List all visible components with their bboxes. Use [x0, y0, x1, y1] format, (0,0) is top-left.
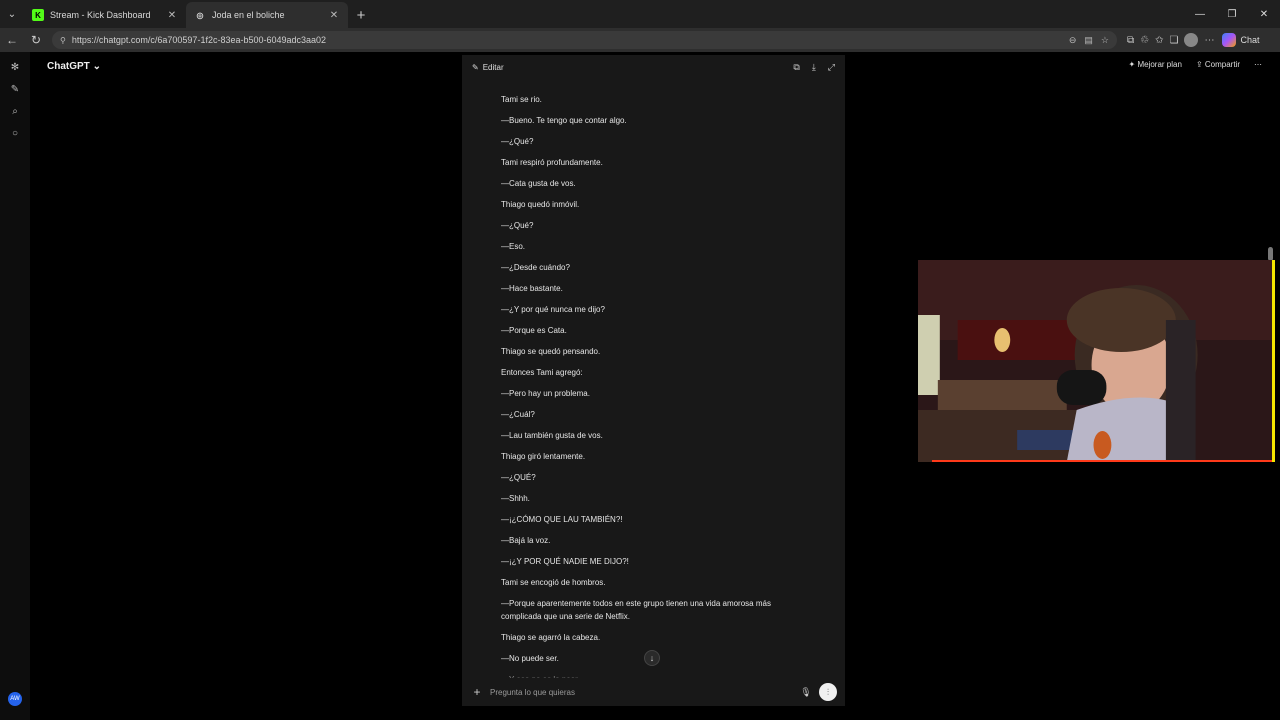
- download-icon[interactable]: ⤓: [812, 62, 816, 73]
- pencil-icon: ✎: [472, 62, 479, 72]
- minimize-button[interactable]: —: [1184, 0, 1216, 28]
- expand-icon[interactable]: ⤢: [828, 62, 835, 73]
- window-controls: — ❐ ✕: [1184, 0, 1280, 28]
- close-window-button[interactable]: ✕: [1248, 0, 1280, 28]
- story-paragraph: —¿Qué?: [501, 221, 534, 230]
- story-paragraph: —¡¿CÓMO QUE LAU TAMBIÉN?!: [501, 515, 623, 524]
- tab-joda-en-el-boliche[interactable]: ◎ Joda en el boliche ✕: [186, 2, 348, 28]
- copilot-button[interactable]: Chat: [1222, 33, 1259, 47]
- url-text: https://chatgpt.com/c/6a700597-1f2c-83ea…: [71, 35, 327, 45]
- prompt-input[interactable]: [490, 687, 799, 697]
- address-bar[interactable]: ⚲ https://chatgpt.com/c/6a700597-1f2c-83…: [52, 31, 1117, 49]
- story-paragraph: —Lau también gusta de vos.: [501, 431, 603, 440]
- story-paragraph: Tami se encogió de hombros.: [501, 578, 606, 587]
- story-paragraph: Tami se rio.: [501, 95, 542, 104]
- extensions-icon[interactable]: ⧉: [1127, 35, 1134, 46]
- browser-toolbar: ← ↻ ⚲ https://chatgpt.com/c/6a700597-1f2…: [0, 28, 1280, 52]
- canvas-panel: ✎ Editar ⧉ ⤓ ⤢ Tami se rio. —Bueno. Te te…: [462, 55, 845, 706]
- share-label: Compartir: [1204, 60, 1240, 69]
- copilot-label: Chat: [1240, 35, 1260, 45]
- story-paragraph: Tami respiró profundamente.: [501, 158, 603, 167]
- story-paragraph: —¡¿Y POR QUÉ NADIE ME DIJO?!: [501, 557, 629, 566]
- upgrade-label: Mejorar plan: [1137, 60, 1182, 69]
- share-icon: ⇪: [1195, 60, 1205, 69]
- tab-actions-menu[interactable]: ⌄: [0, 0, 24, 28]
- favorite-star-icon[interactable]: ☆: [1101, 35, 1109, 46]
- search-icon[interactable]: ⌕: [7, 104, 23, 118]
- tab-kick-dashboard[interactable]: K Stream - Kick Dashboard ✕: [24, 2, 186, 28]
- canvas-header: ✎ Editar ⧉ ⤓ ⤢: [462, 55, 845, 79]
- sidebar-rail: ✻ ✎ ⌕ ○ AW: [0, 52, 30, 720]
- browser-titlebar: ⌄ K Stream - Kick Dashboard ✕ ◎ Joda en …: [0, 0, 1280, 28]
- scrollbar-thumb[interactable]: [1268, 247, 1273, 261]
- story-paragraph: —¿Cuál?: [501, 410, 535, 419]
- upgrade-plan-button[interactable]: ✦ Mejorar plan: [1129, 60, 1182, 69]
- browser-essentials-icon[interactable]: ♲: [1140, 35, 1149, 46]
- story-paragraph: —Pero hay un problema.: [501, 389, 590, 398]
- favorites-icon[interactable]: ✩: [1155, 35, 1163, 46]
- story-paragraph: —¿QUÉ?: [501, 473, 536, 482]
- share-button[interactable]: ⇪ Compartir: [1196, 60, 1240, 69]
- story-paragraph: —Porque aparentemente todos en este grup…: [501, 599, 771, 621]
- story-paragraph: —Shhh.: [501, 494, 530, 503]
- reader-view-icon[interactable]: ▤: [1084, 35, 1093, 46]
- scroll-down-button[interactable]: ↓: [644, 650, 660, 666]
- more-options-icon[interactable]: ⋯: [1254, 60, 1262, 69]
- more-menu-icon[interactable]: ⋯: [1204, 35, 1214, 46]
- tab-title: Joda en el boliche: [212, 10, 285, 20]
- new-chat-icon[interactable]: ✎: [7, 82, 23, 96]
- webcam-video: [918, 260, 1272, 462]
- profile-avatar[interactable]: [1184, 33, 1199, 47]
- microphone-icon[interactable]: 🎙: [799, 687, 813, 698]
- new-tab-button[interactable]: +: [348, 2, 374, 28]
- restore-button[interactable]: ❐: [1216, 0, 1248, 28]
- story-text: Tami se rio. —Bueno. Te tengo que contar …: [501, 93, 791, 694]
- story-paragraph: —Hace bastante.: [501, 284, 563, 293]
- close-icon[interactable]: ✕: [166, 10, 178, 21]
- webcam-overlay: [918, 260, 1275, 462]
- story-paragraph: Thiago giró lentamente.: [501, 452, 586, 461]
- voice-mode-button[interactable]: ⫶: [819, 683, 837, 701]
- tab-title: Stream - Kick Dashboard: [50, 10, 151, 20]
- webcam-accent-line: [932, 460, 1272, 462]
- add-attachment-button[interactable]: +: [470, 685, 484, 699]
- openai-logo-icon[interactable]: ✻: [7, 60, 23, 74]
- story-paragraph: —¿Qué?: [501, 137, 534, 146]
- story-paragraph: Thiago quedó inmóvil.: [501, 200, 580, 209]
- copilot-logo-icon: [1222, 33, 1237, 47]
- story-paragraph: Thiago se agarró la cabeza.: [501, 633, 601, 642]
- copy-icon[interactable]: ⧉: [793, 62, 799, 73]
- site-info-icon[interactable]: ⚲: [60, 36, 66, 45]
- back-button[interactable]: ←: [0, 28, 24, 52]
- story-paragraph: —¿Y por qué nunca me dijo?: [501, 305, 605, 314]
- story-paragraph: —Bueno. Te tengo que contar algo.: [501, 116, 627, 125]
- edit-button[interactable]: ✎ Editar: [472, 63, 793, 72]
- edit-label: Editar: [482, 62, 504, 72]
- model-selector[interactable]: ChatGPT ⌄: [47, 61, 101, 72]
- kick-favicon-icon: K: [32, 9, 44, 21]
- chat-bubble-icon[interactable]: ○: [7, 126, 23, 140]
- chevron-down-icon: ⌄: [92, 61, 101, 72]
- composer: + 🎙 ⫶: [462, 678, 845, 706]
- close-icon[interactable]: ✕: [328, 10, 340, 21]
- story-paragraph: Thiago se quedó pensando.: [501, 347, 601, 356]
- story-paragraph: —Eso.: [501, 242, 526, 251]
- zoom-icon[interactable]: ⊖: [1069, 35, 1077, 46]
- story-paragraph: —¿Desde cuándo?: [501, 263, 570, 272]
- app-title: ChatGPT: [47, 61, 90, 72]
- header-actions: ✦ Mejorar plan ⇪ Compartir ⋯: [1129, 60, 1262, 69]
- story-paragraph: —Porque es Cata.: [501, 326, 567, 335]
- story-paragraph: Entonces Tami agregó:: [501, 368, 583, 377]
- chatgpt-favicon-icon: ◎: [196, 10, 204, 20]
- collections-icon[interactable]: ❏: [1170, 35, 1179, 46]
- user-avatar[interactable]: AW: [8, 692, 22, 706]
- story-paragraph: —Cata gusta de vos.: [501, 179, 576, 188]
- reload-button[interactable]: ↻: [24, 28, 48, 52]
- story-paragraph: —Bajá la voz.: [501, 536, 551, 545]
